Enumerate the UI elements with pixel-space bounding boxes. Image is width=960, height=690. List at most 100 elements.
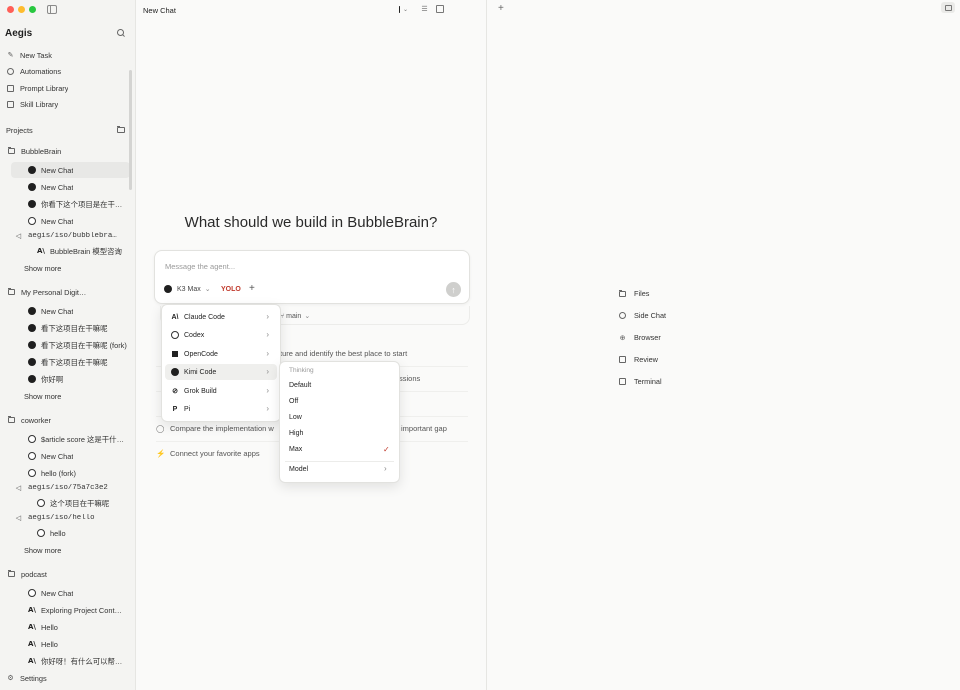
panel-browser[interactable]: ⊕ Browser bbox=[619, 333, 661, 342]
folder-icon bbox=[8, 570, 15, 578]
sidebar-chat[interactable]: A\ Exploring Project Cont… bbox=[28, 603, 128, 617]
show-more-button[interactable]: Show more bbox=[24, 389, 61, 403]
sidebar-chat[interactable]: $article score 这是干什… bbox=[28, 432, 128, 446]
list-icon[interactable]: ☰ bbox=[420, 5, 429, 13]
show-more-button[interactable]: Show more bbox=[24, 543, 61, 557]
app-title: Aegis bbox=[5, 28, 33, 39]
agent-picker-button[interactable]: ⌄ bbox=[399, 5, 408, 13]
menu-item-grok-build[interactable]: ⊘ Grok Build › bbox=[165, 383, 277, 399]
worktree-item[interactable]: ◁ aegis/iso/hello bbox=[15, 511, 95, 525]
sidebar-chat[interactable]: New Chat bbox=[28, 304, 73, 318]
minimize-window-button[interactable] bbox=[18, 6, 25, 13]
suggestion-item[interactable]: ssions bbox=[399, 374, 420, 383]
menu-item-kimi-code[interactable]: Kimi Code › bbox=[165, 364, 277, 380]
suggestion-connect-apps[interactable]: ⚡ Connect your favorite apps bbox=[156, 449, 260, 458]
send-button[interactable]: ↑ bbox=[446, 282, 461, 297]
openai-avatar-icon bbox=[37, 499, 45, 507]
attach-button[interactable]: + bbox=[249, 283, 255, 294]
project-bubblebrain[interactable]: BubbleBrain bbox=[8, 144, 61, 158]
model-submenu-item[interactable]: Model bbox=[289, 466, 308, 473]
anthropic-icon: A\ bbox=[171, 313, 179, 321]
kimi-avatar-icon bbox=[28, 200, 36, 208]
sidebar-chat[interactable]: hello (fork) bbox=[28, 466, 76, 480]
sidebar-chat-selected[interactable]: New Chat bbox=[11, 162, 130, 178]
window-controls bbox=[7, 6, 36, 13]
chat-bubble-icon bbox=[619, 312, 626, 319]
sidebar-chat[interactable]: A\ 你好呀！有什么可以帮你… bbox=[28, 654, 128, 668]
thinking-option-low[interactable]: Low bbox=[289, 414, 302, 421]
new-tab-button[interactable]: + bbox=[498, 3, 504, 14]
thinking-option-high[interactable]: High bbox=[289, 430, 303, 437]
anthropic-icon: A\ bbox=[28, 640, 36, 648]
panel-icon[interactable] bbox=[435, 5, 444, 13]
sidebar-chat[interactable]: A\ BubbleBrain 模型咨询 bbox=[37, 244, 129, 258]
sidebar-chat[interactable]: 这个项目在干嘛呢 bbox=[37, 496, 109, 510]
show-more-button[interactable]: Show more bbox=[24, 261, 61, 275]
composer[interactable]: Message the agent... K3 Max ⌄ YOLO + ↑ bbox=[154, 250, 470, 304]
sidebar-chat[interactable]: 看下这项目在干嘛呢 bbox=[28, 355, 108, 369]
model-selector[interactable]: K3 Max ⌄ bbox=[164, 285, 211, 293]
anthropic-icon: A\ bbox=[37, 247, 45, 255]
sidebar-scrollbar[interactable] bbox=[129, 70, 132, 190]
folder-icon bbox=[8, 147, 15, 155]
sidebar-toggle-icon[interactable] bbox=[47, 5, 57, 14]
panel-terminal[interactable]: Terminal bbox=[619, 377, 662, 386]
menu-item-claude-code[interactable]: A\ Claude Code › bbox=[165, 309, 277, 325]
menu-item-opencode[interactable]: OpenCode › bbox=[165, 346, 277, 362]
menu-item-codex[interactable]: Codex › bbox=[165, 327, 277, 343]
sidebar-chat[interactable]: 看下这项目在干嘛呢 bbox=[28, 321, 108, 335]
maximize-window-button[interactable] bbox=[29, 6, 36, 13]
menu-item-pi[interactable]: P Pi › bbox=[165, 401, 277, 417]
hero-title: What should we build in BubbleBrain? bbox=[184, 214, 438, 231]
sidebar-chat[interactable]: New Chat bbox=[28, 449, 73, 463]
settings-button[interactable]: ⚙ Settings bbox=[7, 671, 46, 685]
chevron-right-icon: › bbox=[266, 386, 269, 395]
nav-automations[interactable]: Automations bbox=[7, 64, 61, 78]
panel-side-chat[interactable]: Side Chat bbox=[619, 311, 666, 320]
sidebar-chat[interactable]: 看下这项目在干嘛呢 (fork) bbox=[28, 338, 128, 352]
sidebar-chat[interactable]: New Chat bbox=[28, 214, 73, 228]
panel-toggle-icon[interactable] bbox=[941, 2, 955, 13]
sidebar-chat[interactable]: 你看下这个项目是在干嘛呢 bbox=[28, 197, 128, 211]
sidebar-chat[interactable]: A\ Hello bbox=[28, 637, 58, 651]
panel-review[interactable]: Review bbox=[619, 355, 658, 364]
thinking-option-max[interactable]: Max bbox=[289, 446, 302, 453]
sidebar-chat[interactable]: hello bbox=[37, 526, 66, 540]
openai-avatar-icon bbox=[37, 529, 45, 537]
nav-prompt-library[interactable]: Prompt Library bbox=[7, 81, 68, 95]
sidebar-chat[interactable]: New Chat bbox=[28, 180, 73, 194]
sidebar-chat[interactable]: New Chat bbox=[28, 586, 73, 600]
terminal-icon bbox=[619, 378, 626, 385]
sidebar-chat[interactable]: A\ Hello bbox=[28, 620, 58, 634]
suggestion-item[interactable]: ◯ Compare the implementation w bbox=[156, 424, 274, 433]
new-project-folder-icon[interactable] bbox=[117, 123, 125, 137]
kimi-avatar-icon bbox=[28, 166, 36, 174]
agent-menu: A\ Claude Code › Codex › OpenCode › Kimi Cod… bbox=[161, 304, 281, 422]
sidebar-chat[interactable]: 你好啊 bbox=[28, 372, 63, 386]
pane-divider[interactable] bbox=[486, 0, 487, 690]
branch-selector[interactable]: ⑂ main ⌄ bbox=[280, 312, 310, 320]
project-personal[interactable]: My Personal Digit… bbox=[8, 285, 128, 299]
panel-files[interactable]: Files bbox=[619, 289, 649, 298]
suggestion-item-tail[interactable]: important gap bbox=[401, 424, 447, 433]
folder-icon bbox=[8, 288, 15, 296]
thinking-option-off[interactable]: Off bbox=[289, 398, 298, 405]
nav-new-task[interactable]: ✎ New Task bbox=[7, 48, 52, 62]
search-icon[interactable] bbox=[117, 29, 124, 36]
kimi-avatar-icon bbox=[28, 358, 36, 366]
chevron-right-icon: › bbox=[266, 367, 269, 376]
worktree-item[interactable]: ◁ aegis/iso/75a7c3e2 bbox=[15, 481, 108, 495]
close-window-button[interactable] bbox=[7, 6, 14, 13]
folder-icon bbox=[619, 289, 626, 297]
worktree-item[interactable]: ◁ aegis/iso/bubblebra… bbox=[15, 229, 127, 243]
project-coworker[interactable]: coworker bbox=[8, 413, 51, 427]
anthropic-icon: A\ bbox=[28, 657, 36, 665]
chevron-right-icon: › bbox=[266, 404, 269, 413]
mode-badge[interactable]: YOLO bbox=[221, 286, 241, 293]
message-input[interactable]: Message the agent... bbox=[165, 262, 235, 271]
suggestion-item[interactable]: ture and identify the best place to star… bbox=[280, 349, 407, 358]
project-podcast[interactable]: podcast bbox=[8, 567, 47, 581]
openai-avatar-icon bbox=[28, 217, 36, 225]
thinking-option-default[interactable]: Default bbox=[289, 382, 311, 389]
nav-skill-library[interactable]: Skill Library bbox=[7, 97, 58, 111]
